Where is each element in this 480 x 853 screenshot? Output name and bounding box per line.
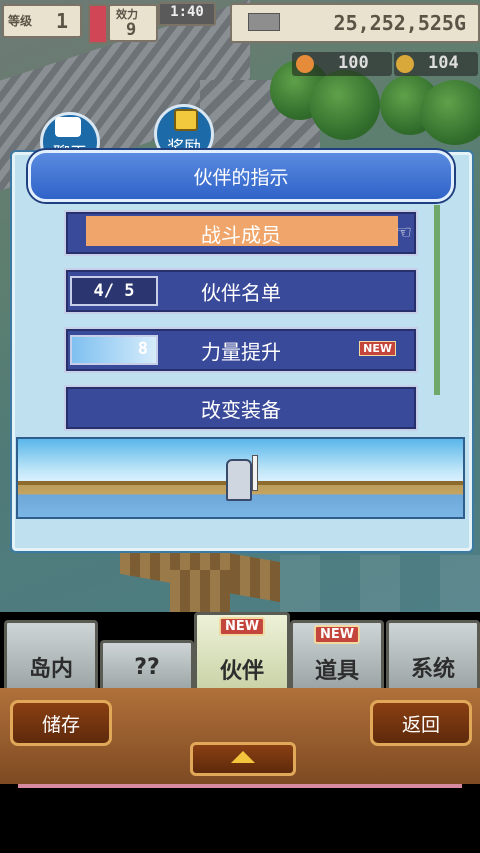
menu-companion-list[interactable]: 4/ 5 伙伴名单 bbox=[64, 268, 418, 314]
tree bbox=[420, 80, 480, 145]
tab-label: 岛内 bbox=[28, 657, 73, 682]
resource-counter-2: 104 bbox=[394, 52, 478, 76]
tab-items[interactable]: NEW 道具 bbox=[290, 620, 384, 694]
level-box: 等级 1 bbox=[2, 4, 82, 38]
new-tag: NEW bbox=[313, 625, 361, 644]
gold-amount: 25,252,525G bbox=[333, 11, 466, 35]
tab-label: 道具 bbox=[314, 659, 359, 684]
fish-icon bbox=[296, 55, 314, 73]
gift-icon bbox=[174, 109, 198, 131]
tree bbox=[310, 70, 380, 140]
tab-label: 系统 bbox=[410, 657, 455, 682]
tab-label: ?? bbox=[134, 655, 160, 680]
sword-icon bbox=[252, 455, 258, 491]
pointing-hand-icon: ☜ bbox=[395, 222, 412, 243]
bottom-black-area bbox=[0, 784, 480, 853]
knight-sprite bbox=[226, 459, 252, 501]
stamina-gauge bbox=[88, 4, 108, 44]
menu-label: 战斗成员 bbox=[201, 222, 281, 247]
save-button[interactable]: 储存 bbox=[10, 700, 112, 746]
tab-label: 伙伴 bbox=[219, 659, 264, 684]
gold-box: 25,252,525G bbox=[230, 3, 480, 43]
menu-label: 伙伴名单 bbox=[201, 280, 281, 305]
tab-companion[interactable]: NEW 伙伴 bbox=[194, 612, 290, 694]
stamina-value: 9 bbox=[126, 20, 137, 40]
resource-counter-1: 100 bbox=[292, 52, 392, 76]
stamina-box: 效力 9 bbox=[108, 4, 158, 42]
clock: 1:40 bbox=[158, 2, 216, 26]
expand-button[interactable] bbox=[190, 742, 296, 776]
level-label: 等级 bbox=[8, 14, 33, 28]
skull-water-pattern bbox=[280, 555, 480, 612]
menu-label: 改变装备 bbox=[201, 397, 281, 422]
up-arrow-icon bbox=[231, 751, 255, 763]
coin-icon bbox=[396, 55, 414, 73]
new-tag: NEW bbox=[359, 341, 396, 356]
tab-island[interactable]: 岛内 bbox=[4, 620, 98, 694]
speech-bubble-icon bbox=[55, 117, 81, 137]
top-hud: 等级 1 效力 9 1:40 25,252,525G bbox=[0, 0, 480, 44]
gold-bar-icon bbox=[248, 13, 280, 31]
menu-battle-members[interactable]: 战斗成员 ☜ bbox=[64, 210, 418, 256]
tab-unknown[interactable]: ?? bbox=[100, 640, 194, 694]
menu-change-equipment[interactable]: 改变装备 bbox=[64, 385, 418, 431]
new-tag: NEW bbox=[218, 617, 266, 636]
level-value: 1 bbox=[56, 9, 69, 33]
wooden-dock bbox=[170, 570, 230, 612]
back-button[interactable]: 返回 bbox=[370, 700, 472, 746]
ad-strip bbox=[18, 784, 462, 788]
scrollbar[interactable] bbox=[434, 205, 440, 395]
dialog-title: 伙伴的指示 bbox=[28, 150, 454, 202]
menu-power-up[interactable]: 8 力量提升 NEW bbox=[64, 327, 418, 373]
companion-preview-scene bbox=[16, 437, 465, 519]
resource-value-1: 100 bbox=[338, 53, 369, 73]
tab-system[interactable]: 系统 bbox=[386, 620, 480, 694]
resource-value-2: 104 bbox=[428, 53, 459, 73]
